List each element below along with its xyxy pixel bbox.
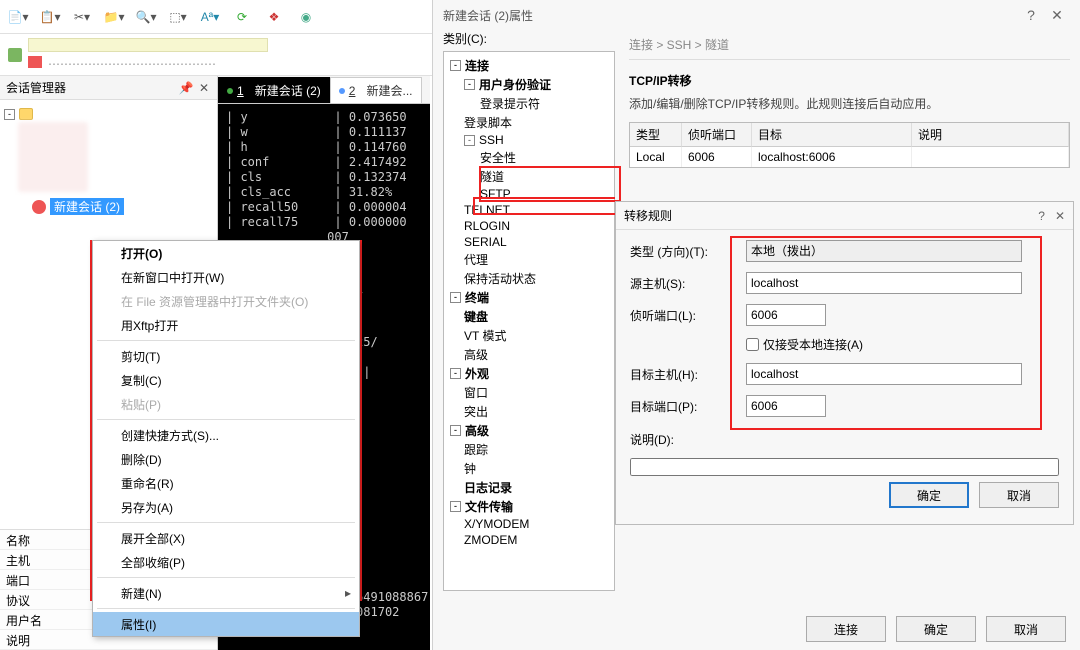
ctx-open[interactable]: 打开(O): [93, 241, 359, 265]
close-icon[interactable]: ✕: [197, 81, 211, 95]
toolbar-icon[interactable]: ◉: [292, 5, 320, 29]
ctx-collapse-all[interactable]: 全部收缩(P): [93, 550, 359, 574]
ctx-open-new-window[interactable]: 在新窗口中打开(W): [93, 265, 359, 289]
session-icon: [32, 200, 46, 214]
toolbar-icon[interactable]: Aª▾: [196, 5, 224, 29]
dest-port-input[interactable]: [746, 395, 826, 417]
cancel-button[interactable]: 取消: [986, 616, 1066, 642]
ctx-shortcut[interactable]: 创建快捷方式(S)...: [93, 423, 359, 447]
col-target: 目标: [752, 123, 912, 147]
col-desc: 说明: [912, 123, 1069, 147]
help-icon[interactable]: ?: [1038, 209, 1045, 223]
ctx-expand-all[interactable]: 展开全部(X): [93, 526, 359, 550]
ctx-cut[interactable]: 剪切(T): [93, 344, 359, 368]
toolbar-icon[interactable]: 🔍▾: [132, 5, 160, 29]
status-dot-icon: [339, 88, 345, 94]
local-only-checkbox[interactable]: [746, 338, 759, 351]
ctx-new[interactable]: 新建(N)▸: [93, 581, 359, 605]
ctx-open-explorer: 在 File 资源管理器中打开文件夹(O): [93, 289, 359, 313]
tree-tunnel[interactable]: 隧道: [446, 167, 612, 186]
help-icon[interactable]: ?: [1018, 7, 1044, 23]
ctx-saveas[interactable]: 另存为(A): [93, 495, 359, 519]
cancel-button[interactable]: 取消: [979, 482, 1059, 508]
table-row[interactable]: Local 6006 localhost:6006: [630, 147, 1069, 167]
tab-session-2[interactable]: 2 新建会...: [330, 77, 422, 103]
toolbar-icon[interactable]: 📁▾: [100, 5, 128, 29]
ok-button[interactable]: 确定: [896, 616, 976, 642]
context-menu: 打开(O) 在新窗口中打开(W) 在 File 资源管理器中打开文件夹(O) 用…: [92, 240, 360, 637]
close-icon[interactable]: ✕: [1055, 209, 1065, 223]
description-input[interactable]: [630, 458, 1059, 476]
session-tabs: 1 新建会话 (2) 2 新建会...: [218, 76, 430, 104]
folder-icon: [19, 108, 33, 120]
chevron-right-icon: ▸: [345, 586, 351, 600]
tab-session-1[interactable]: 1 新建会话 (2): [218, 77, 330, 103]
toolbar-icon[interactable]: ❖: [260, 5, 288, 29]
dst-label: 目标主机(H):: [630, 366, 740, 383]
toolbar-icon[interactable]: ⟳: [228, 5, 256, 29]
properties-dialog: 新建会话 (2)属性 ? ✕ 类别(C): -连接 -用户身份验证 登录提示符 …: [432, 0, 1080, 650]
forward-rules-table[interactable]: 类型 侦听端口 目标 说明 Local 6006 localhost:6006: [629, 122, 1070, 168]
toolbar-icon[interactable]: ✂▾: [68, 5, 96, 29]
toolbar-icon[interactable]: 📋▾: [36, 5, 64, 29]
blurred-content: [18, 122, 88, 192]
source-host-input[interactable]: [746, 272, 1022, 294]
type-select[interactable]: 本地（拨出）: [746, 240, 1022, 262]
col-type: 类型: [630, 123, 682, 147]
src-label: 源主机(S):: [630, 275, 740, 292]
dialog-title: 新建会话 (2)属性: [443, 7, 533, 24]
section-desc: 添加/编辑/删除TCP/IP转移规则。此规则连接后自动应用。: [629, 95, 1070, 122]
local-only-label: 仅接受本地连接(A): [763, 336, 863, 353]
col-listen: 侦听端口: [682, 123, 752, 147]
ok-button[interactable]: 确定: [889, 482, 969, 508]
dstport-label: 目标端口(P):: [630, 398, 740, 415]
dest-host-input[interactable]: [746, 363, 1022, 385]
session-node[interactable]: 新建会话 (2): [32, 198, 213, 215]
ctx-paste: 粘贴(P): [93, 392, 359, 416]
ctx-delete[interactable]: 删除(D): [93, 447, 359, 471]
sub-title: 转移规则: [624, 207, 672, 224]
flag-icon: [28, 56, 42, 68]
ctx-open-xftp[interactable]: 用Xftp打开: [93, 313, 359, 337]
section-heading: TCP/IP转移: [629, 66, 1070, 95]
bookmark-hint: ⋯⋯⋯⋯⋯⋯⋯⋯⋯⋯⋯⋯⋯⋯: [48, 57, 216, 71]
status-dot-icon: [227, 88, 233, 94]
toolbar-icon[interactable]: 📄▾: [4, 5, 32, 29]
listen-port-input[interactable]: [746, 304, 826, 326]
desc-label: 说明(D):: [630, 431, 740, 448]
breadcrumb: 连接 > SSH > 隧道: [629, 30, 1070, 59]
ctx-rename[interactable]: 重命名(R): [93, 471, 359, 495]
transfer-rule-dialog: 转移规则 ? ✕ 类型 (方向)(T): 本地（拨出） 源主机(S):: [615, 201, 1074, 525]
pin-icon[interactable]: 📌: [179, 81, 193, 95]
lock-icon: [8, 48, 22, 62]
type-label: 类型 (方向)(T):: [630, 243, 740, 260]
category-label: 类别(C):: [443, 30, 615, 47]
ctx-properties[interactable]: 属性(I): [93, 612, 359, 636]
root-folder[interactable]: -: [4, 106, 213, 122]
toolbar-icon[interactable]: ⬚▾: [164, 5, 192, 29]
category-tree[interactable]: -连接 -用户身份验证 登录提示符 登录脚本 -SSH 安全性 隧道 SFTP …: [443, 51, 615, 591]
ctx-copy[interactable]: 复制(C): [93, 368, 359, 392]
panel-title: 会话管理器: [6, 79, 175, 96]
close-icon[interactable]: ✕: [1044, 7, 1070, 24]
connect-button[interactable]: 连接: [806, 616, 886, 642]
session-label: 新建会话 (2): [50, 198, 124, 215]
listen-label: 侦听端口(L):: [630, 307, 740, 324]
